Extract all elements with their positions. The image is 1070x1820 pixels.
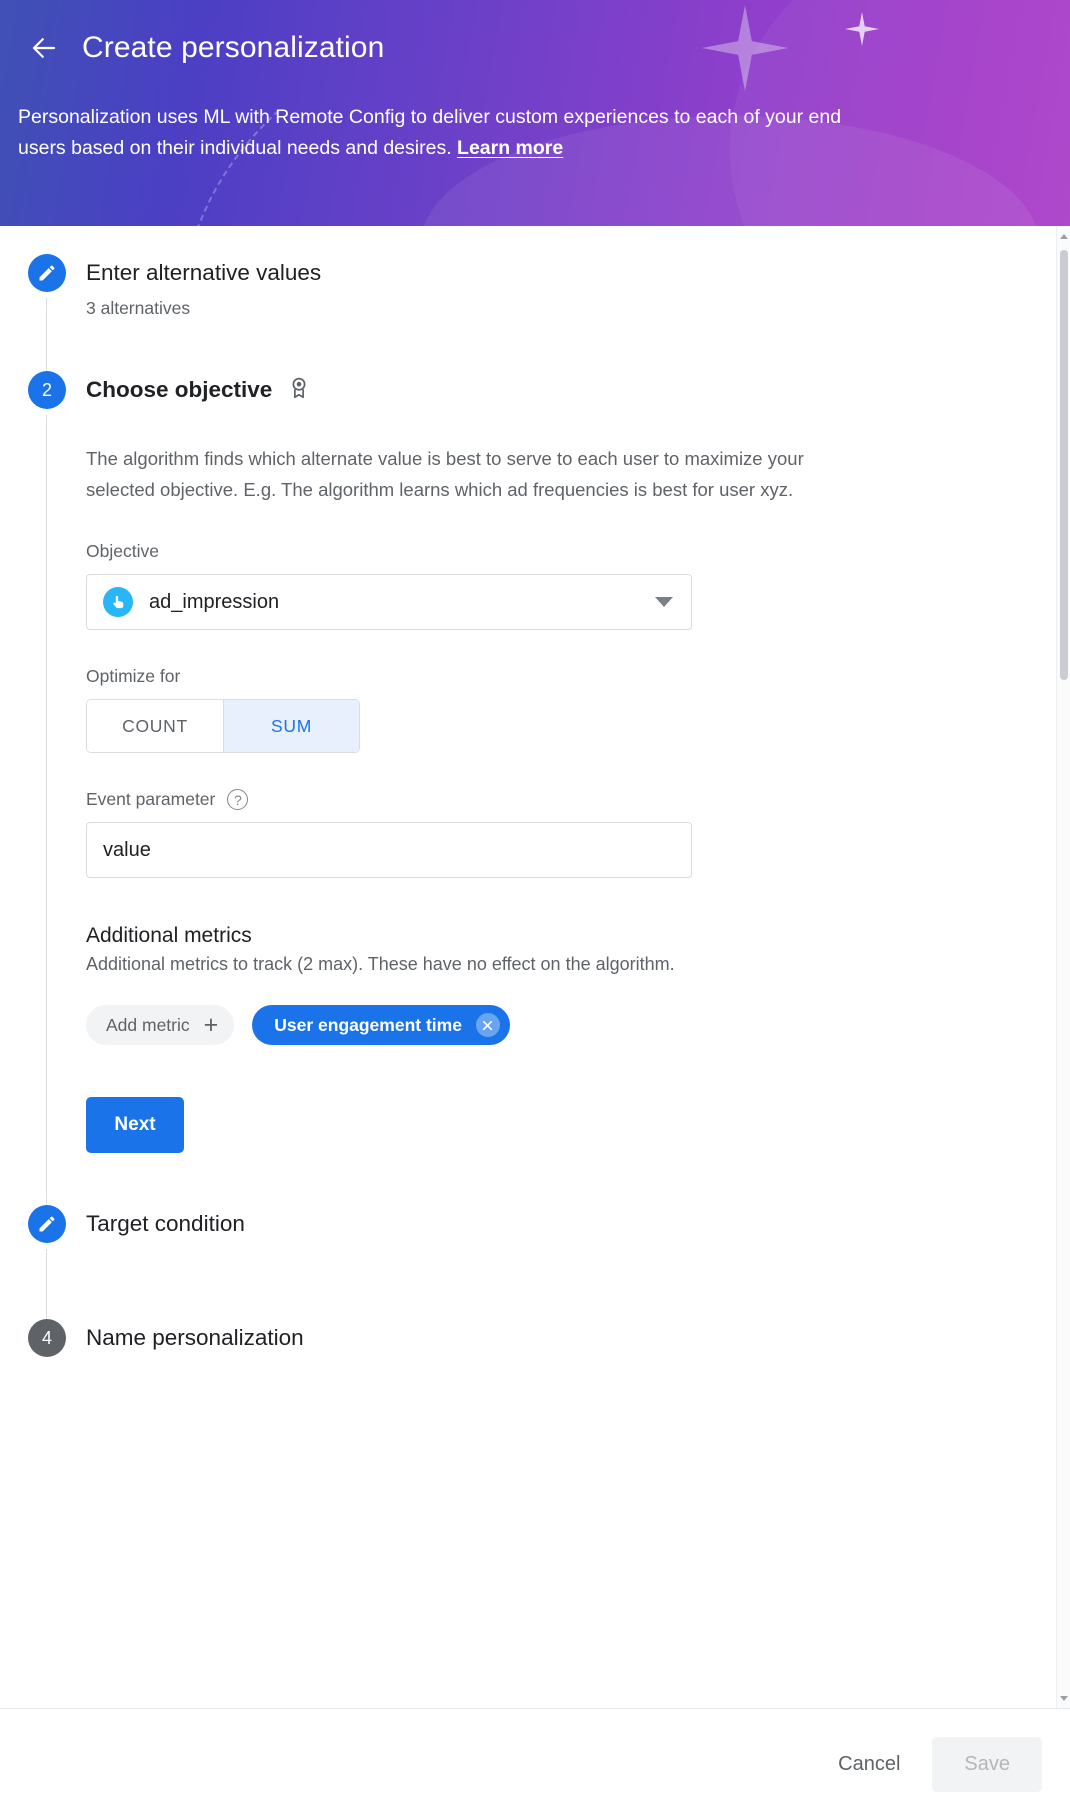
- step-4-title: Name personalization: [86, 1325, 304, 1350]
- objective-description: The algorithm finds which alternate valu…: [86, 448, 804, 500]
- optimize-for-label: Optimize for: [86, 666, 181, 686]
- additional-metrics-section: Additional metrics Additional metrics to…: [86, 924, 876, 1045]
- step-2-connector: [46, 415, 47, 1213]
- add-metric-chip[interactable]: Add metric +: [86, 1005, 235, 1045]
- step-3-gutter: [28, 1205, 84, 1327]
- caret-down-icon[interactable]: [1057, 1690, 1070, 1706]
- stepper: Enter alternative values 3 alternatives …: [0, 254, 1056, 1357]
- step-4-gutter: 4: [28, 1319, 84, 1357]
- step-4-marker: 4: [28, 1319, 66, 1357]
- step-2-title: Choose objective: [86, 377, 273, 402]
- learn-more-link[interactable]: Learn more: [457, 137, 563, 159]
- objective-selected-value: ad_impression: [149, 590, 280, 613]
- scrollbar-thumb[interactable]: [1060, 250, 1068, 680]
- step-1-content: Enter alternative values 3 alternatives: [84, 254, 1056, 371]
- step-name-personalization[interactable]: 4 Name personalization: [28, 1319, 1056, 1357]
- page-title: Create personalization: [82, 31, 385, 64]
- step-3-connector: [46, 1249, 47, 1327]
- header-description: Personalization uses ML with Remote Conf…: [18, 102, 848, 164]
- step-2-content: Choose objective The algorithm finds whi…: [84, 371, 1056, 1205]
- event-parameter-field: Event parameter ?: [86, 789, 876, 878]
- dialog-body: Enter alternative values 3 alternatives …: [0, 226, 1070, 1708]
- save-button: Save: [932, 1737, 1042, 1792]
- metrics-chip-list: Add metric + User engagement time: [86, 1005, 876, 1045]
- step-3-content: Target condition: [84, 1205, 1056, 1319]
- step-target-condition[interactable]: Target condition: [28, 1205, 1056, 1327]
- step-enter-alternative-values[interactable]: Enter alternative values 3 alternatives: [28, 254, 1056, 379]
- objective-select[interactable]: ad_impression: [86, 574, 692, 630]
- objective-label: Objective: [86, 541, 159, 561]
- chevron-down-icon: [655, 597, 673, 607]
- add-metric-label: Add metric: [106, 1014, 190, 1035]
- dialog-header-banner: Create personalization Personalization u…: [0, 0, 1070, 226]
- step-3-title: Target condition: [86, 1211, 245, 1236]
- step-choose-objective: 2 Choose objective The algorithm finds w…: [28, 371, 1056, 1213]
- back-arrow-icon[interactable]: [24, 28, 64, 68]
- event-parameter-label: Event parameter: [86, 789, 216, 809]
- stepper-scroll-pane: Enter alternative values 3 alternatives …: [0, 226, 1056, 1708]
- step-1-spacer: [86, 319, 1056, 371]
- event-parameter-input[interactable]: [86, 822, 692, 878]
- header-description-text: Personalization uses ML with Remote Conf…: [18, 106, 842, 159]
- optimize-option-sum[interactable]: SUM: [223, 700, 359, 752]
- step-4-content: Name personalization: [84, 1319, 1056, 1357]
- optimize-for-field: Optimize for COUNT SUM: [86, 666, 876, 753]
- cancel-button[interactable]: Cancel: [814, 1739, 924, 1790]
- step-2-bottom-spacer: [86, 1153, 876, 1205]
- additional-metrics-title: Additional metrics: [86, 924, 252, 947]
- optimize-option-count[interactable]: COUNT: [87, 700, 223, 752]
- choose-objective-panel: The algorithm finds which alternate valu…: [86, 409, 876, 1205]
- step-2-gutter: 2: [28, 371, 84, 1213]
- caret-up-icon[interactable]: [1057, 228, 1070, 244]
- next-button[interactable]: Next: [86, 1097, 184, 1153]
- step-2-title-row: Choose objective: [86, 371, 1056, 409]
- optimize-for-toggle-group: COUNT SUM: [86, 699, 360, 753]
- step-1-title: Enter alternative values: [86, 260, 322, 285]
- step-1-marker-pencil-icon: [28, 254, 66, 292]
- step-2-marker: 2: [28, 371, 66, 409]
- additional-metrics-subtitle: Additional metrics to track (2 max). The…: [86, 954, 675, 974]
- step-1-connector: [46, 298, 47, 379]
- touch-tap-icon: [103, 587, 133, 617]
- vertical-scrollbar[interactable]: [1056, 226, 1070, 1708]
- help-circle-icon[interactable]: ?: [227, 789, 249, 810]
- dialog-footer: Cancel Save: [0, 1708, 1070, 1820]
- header-title-row: Create personalization: [0, 0, 1070, 76]
- create-personalization-dialog: Create personalization Personalization u…: [0, 0, 1070, 1820]
- close-circle-icon[interactable]: [475, 1013, 500, 1037]
- plus-icon: +: [203, 1010, 219, 1039]
- objective-field: Objective ad_impression: [86, 541, 876, 630]
- metric-chip-user-engagement-time[interactable]: User engagement time: [252, 1005, 510, 1045]
- event-parameter-label-row: Event parameter ?: [86, 789, 876, 810]
- award-badge-icon: [286, 375, 312, 406]
- step-1-gutter: [28, 254, 84, 379]
- step-3-marker-pencil-icon: [28, 1205, 66, 1243]
- metric-chip-label: User engagement time: [274, 1014, 462, 1035]
- step-3-spacer: [86, 1243, 1056, 1319]
- step-1-subtitle: 3 alternatives: [86, 298, 191, 318]
